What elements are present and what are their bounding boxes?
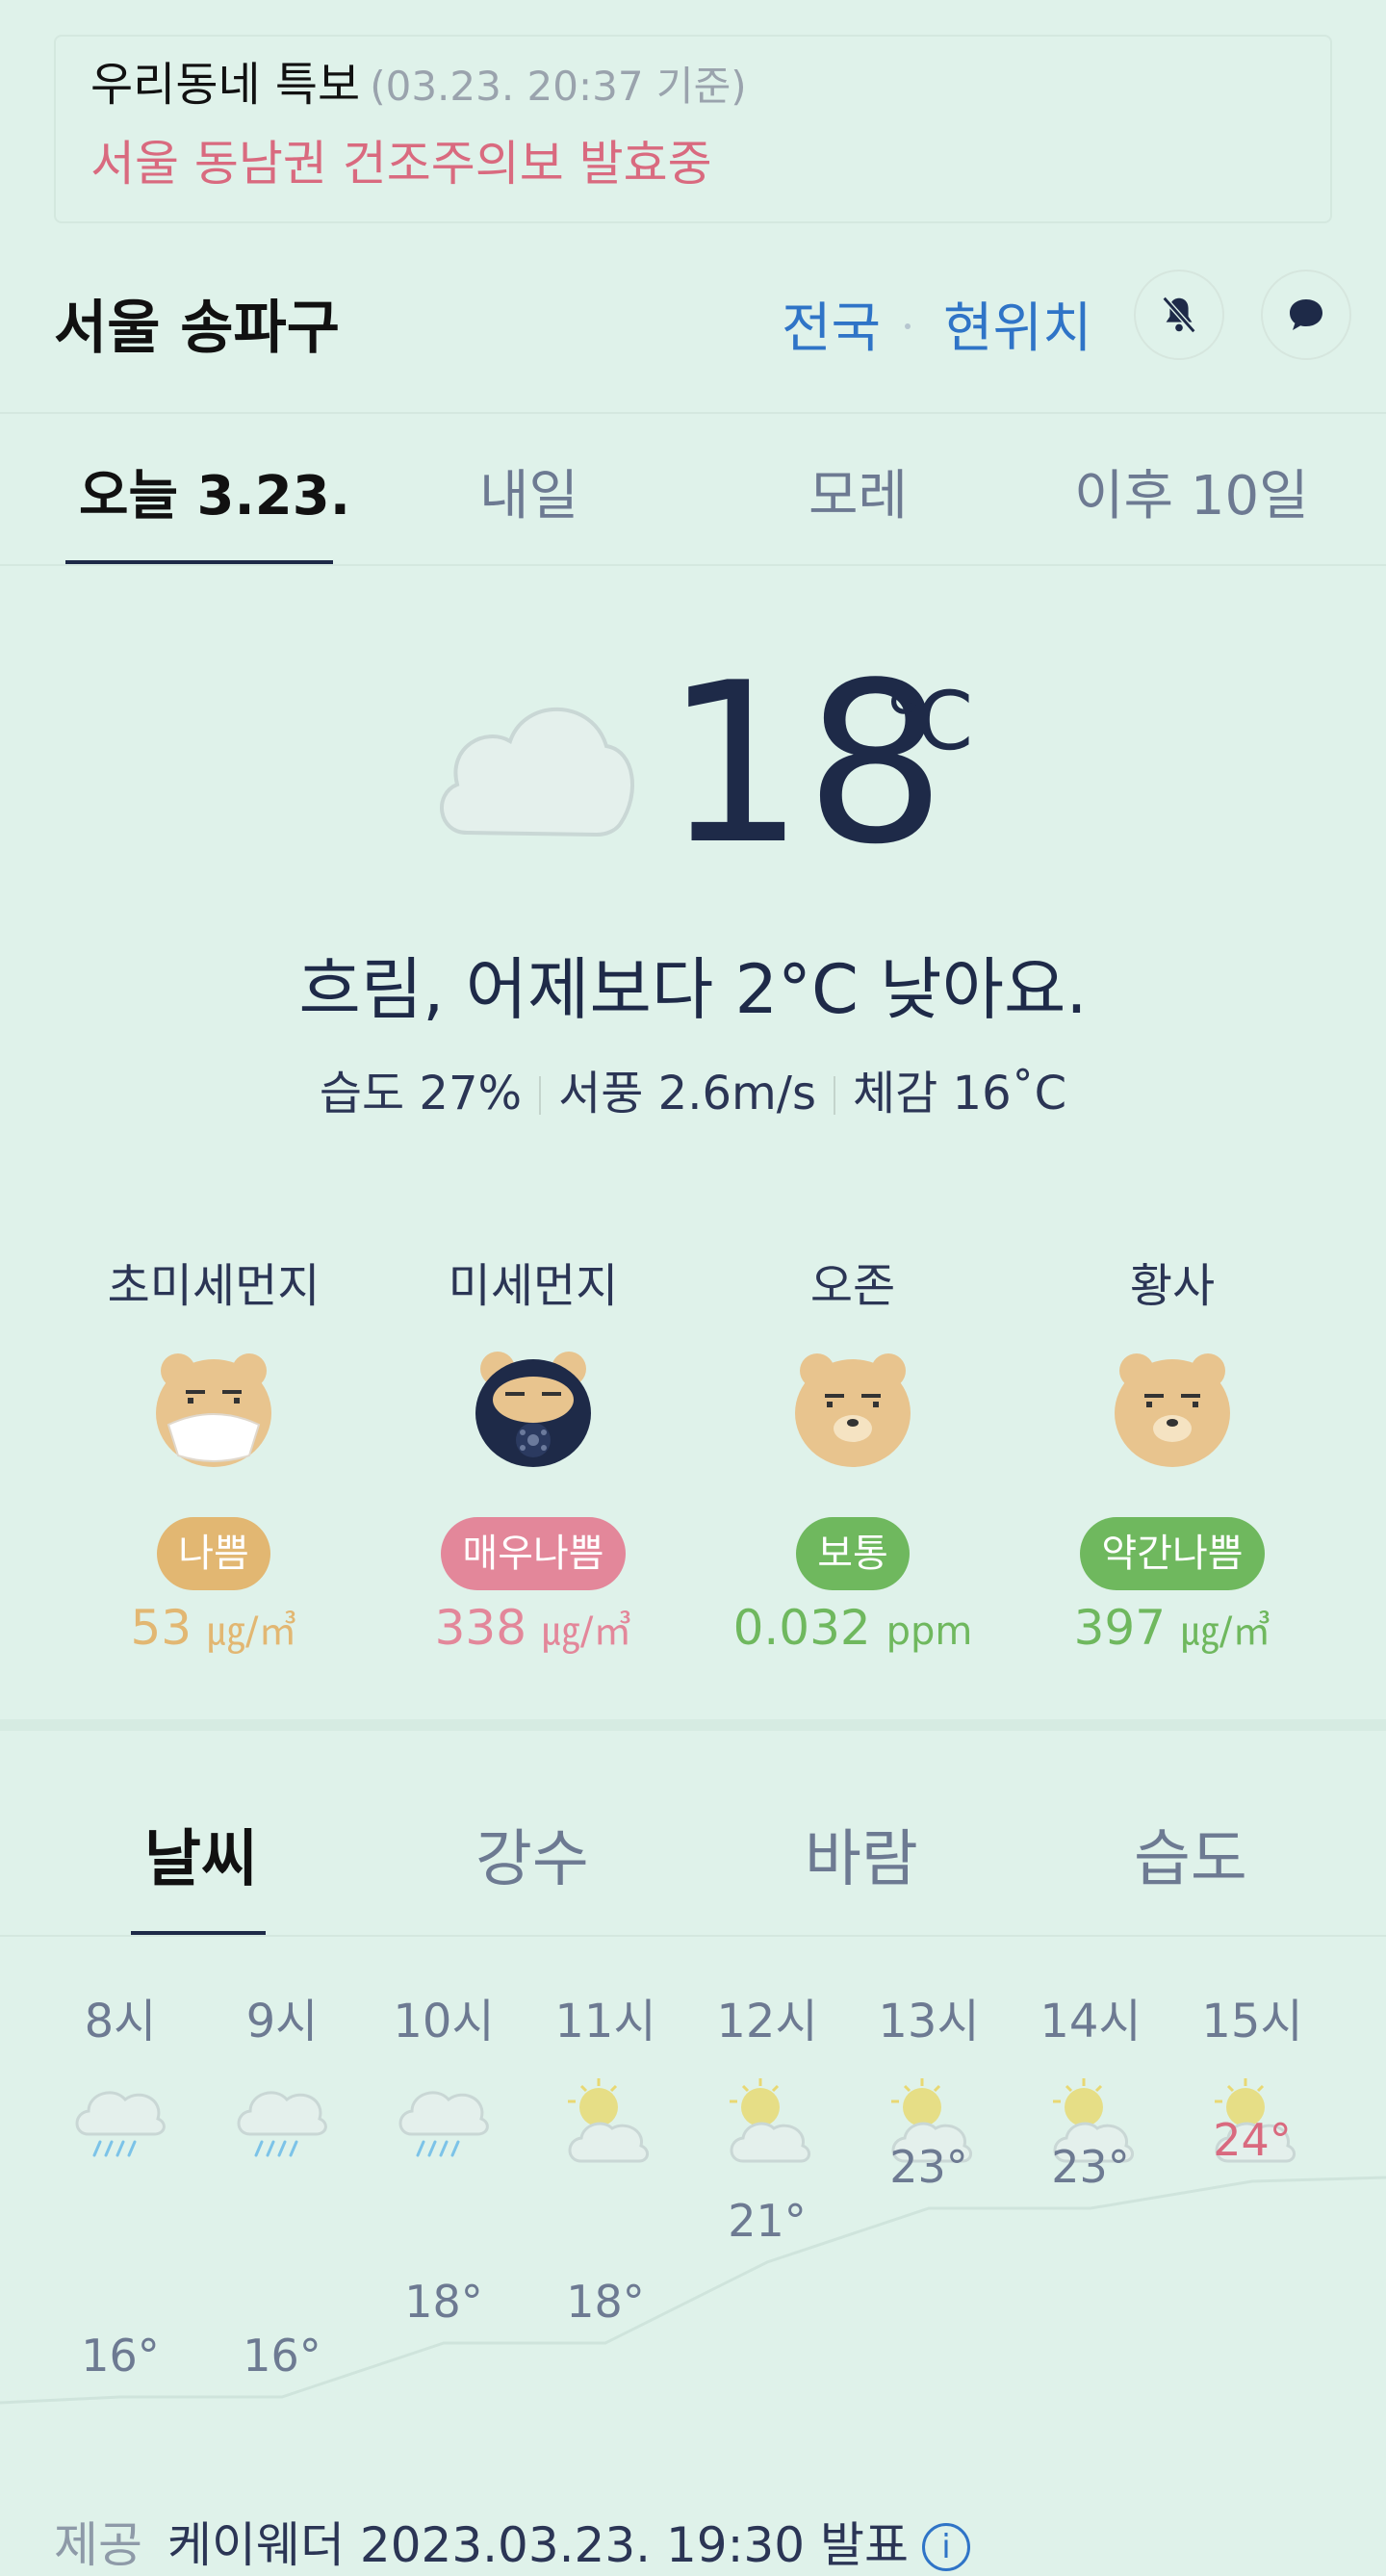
tab-wind[interactable]: 바람 bbox=[805, 1810, 918, 1898]
aq-label: 초미세먼지 bbox=[107, 1259, 321, 1313]
alert-title-text: 우리동네 특보 bbox=[90, 58, 361, 112]
aq-value: 397 ㎍/㎥ bbox=[1028, 1600, 1317, 1656]
aq-label: 오존 bbox=[809, 1259, 896, 1313]
divider bbox=[0, 564, 1386, 566]
partly-sunny-icon bbox=[730, 2078, 810, 2163]
aq-label: 미세먼지 bbox=[448, 1259, 619, 1313]
hour-label: 8시 bbox=[84, 1995, 157, 2048]
alert-title: 우리동네 특보 (03.23. 20:37 기준) bbox=[90, 46, 747, 114]
alert-message[interactable]: 서울 동남권 건조주의보 발효중 bbox=[90, 125, 712, 194]
humidity-text: 습도 27% bbox=[319, 1067, 523, 1121]
aq-status-badge: 나쁨 bbox=[157, 1517, 270, 1590]
hourly-trend-line bbox=[0, 2176, 1386, 2405]
hour-label: 13시 bbox=[878, 1995, 980, 2048]
aq-value: 0.032 ppm bbox=[708, 1600, 997, 1656]
cloud-icon bbox=[440, 707, 634, 837]
hour-label: 9시 bbox=[245, 1995, 319, 2048]
aq-value: 338 ㎍/㎥ bbox=[389, 1600, 678, 1656]
bear-gasmask-icon bbox=[475, 1352, 591, 1467]
hour-label: 10시 bbox=[393, 1995, 495, 2048]
detail-separator bbox=[539, 1076, 542, 1115]
divider bbox=[0, 412, 1386, 414]
bell-muted-icon bbox=[1162, 296, 1196, 334]
aq-yellow-dust[interactable]: 황사 약간나쁨 397 ㎍/㎥ bbox=[1028, 1248, 1317, 1656]
detail-separator bbox=[833, 1076, 835, 1115]
hour-temperature: 18° bbox=[404, 2276, 483, 2328]
tab-day-after[interactable]: 모레 bbox=[808, 452, 908, 530]
hour-temperature: 23° bbox=[1051, 2141, 1130, 2193]
chat-bubble-icon bbox=[1290, 299, 1322, 330]
weather-summary: 흐림, 어제보다 2°C 낮아요. bbox=[298, 950, 1088, 1029]
aq-number: 338 bbox=[434, 1600, 527, 1656]
aq-status-badge: 약간나쁨 bbox=[1080, 1517, 1265, 1590]
aq-status-badge: 보통 bbox=[796, 1517, 910, 1590]
chat-button[interactable] bbox=[1261, 270, 1351, 360]
source-label: 제공 bbox=[54, 2517, 142, 2573]
hourly-forecast[interactable]: 8시 16° 9시 16° 10시 18° 11시 18° 12시 21° 13시 23° 14시 23°… bbox=[0, 1954, 1386, 2435]
aq-unit: ㎍/㎥ bbox=[541, 1610, 632, 1654]
link-separator bbox=[905, 323, 911, 329]
tab-weather[interactable]: 날씨 bbox=[144, 1810, 258, 1898]
aq-unit: ㎍/㎥ bbox=[1180, 1610, 1271, 1654]
bear-icon bbox=[1115, 1353, 1230, 1467]
hour-temperature: 23° bbox=[889, 2141, 968, 2193]
rain-icon bbox=[75, 2091, 166, 2157]
section-divider bbox=[0, 1719, 1386, 1731]
current-location-link[interactable]: 현위치 bbox=[943, 285, 1092, 363]
divider bbox=[0, 1935, 1386, 1937]
aq-label: 황사 bbox=[1129, 1259, 1216, 1313]
aq-status-badge: 매우나쁨 bbox=[441, 1517, 626, 1590]
tab-tomorrow[interactable]: 내일 bbox=[479, 452, 578, 530]
data-source: 제공 케이웨더 2023.03.23. 19:30 발표 i bbox=[54, 2507, 970, 2576]
tab-10days[interactable]: 이후 10일 bbox=[1074, 452, 1309, 530]
aq-value: 53 ㎍/㎥ bbox=[69, 1600, 358, 1656]
tab-precipitation[interactable]: 강수 bbox=[475, 1810, 589, 1898]
partly-sunny-icon bbox=[568, 2078, 649, 2163]
feels-like-text: 체감 16˚C bbox=[852, 1067, 1067, 1121]
hour-label: 15시 bbox=[1201, 1995, 1303, 2048]
location-title[interactable]: 서울 송파구 bbox=[54, 281, 340, 365]
weather-details: 습도 27% 서풍 2.6m/s 체감 16˚C bbox=[0, 1055, 1386, 1122]
info-icon[interactable]: i bbox=[921, 2523, 970, 2571]
aq-ozone[interactable]: 오존 보통 0.032 ppm bbox=[708, 1248, 997, 1656]
aq-ultrafine-dust[interactable]: 초미세먼지 나쁨 53 ㎍/㎥ bbox=[69, 1248, 358, 1656]
aq-number: 53 bbox=[130, 1600, 192, 1656]
tab-humidity[interactable]: 습도 bbox=[1134, 1810, 1247, 1898]
bear-mask-icon bbox=[156, 1353, 271, 1467]
source-text: 케이웨더 2023.03.23. 19:30 발표 bbox=[167, 2517, 909, 2573]
hour-temperature: 16° bbox=[81, 2330, 160, 2382]
aq-fine-dust[interactable]: 미세먼지 매우나쁨 338 ㎍/㎥ bbox=[389, 1248, 678, 1656]
notification-button[interactable] bbox=[1134, 270, 1224, 360]
aq-unit: ppm bbox=[886, 1610, 973, 1654]
rain-icon bbox=[398, 2091, 489, 2157]
aq-number: 397 bbox=[1073, 1600, 1167, 1656]
hour-label: 14시 bbox=[1040, 1995, 1142, 2048]
tab-today[interactable]: 오늘 3.23. bbox=[79, 452, 350, 530]
rain-icon bbox=[237, 2091, 327, 2157]
hour-temperature: 18° bbox=[566, 2276, 645, 2328]
hour-temperature: 21° bbox=[728, 2195, 807, 2247]
hour-temperature: 24° bbox=[1213, 2114, 1292, 2166]
aq-unit: ㎍/㎥ bbox=[207, 1610, 297, 1654]
hour-label: 12시 bbox=[716, 1995, 818, 2048]
alert-time: (03.23. 20:37 기준) bbox=[370, 63, 747, 110]
aq-number: 0.032 bbox=[732, 1600, 871, 1656]
temperature-unit: ℃ bbox=[884, 674, 975, 768]
hour-label: 11시 bbox=[554, 1995, 656, 2048]
hour-temperature: 16° bbox=[243, 2330, 321, 2382]
wind-text: 서풍 2.6m/s bbox=[558, 1067, 816, 1121]
bear-icon bbox=[795, 1353, 911, 1467]
nation-link[interactable]: 전국 bbox=[782, 285, 881, 363]
